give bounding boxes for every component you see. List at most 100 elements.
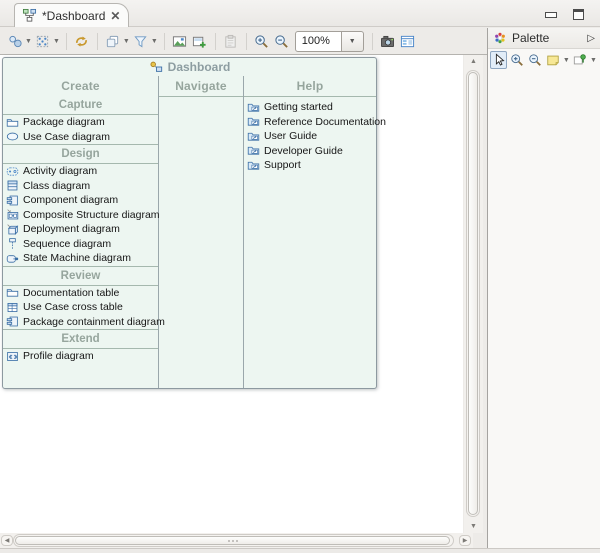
- item-label: Class diagram: [23, 180, 90, 192]
- arrange-dropdown-arrow-icon[interactable]: ▼: [53, 38, 60, 45]
- dashboard-item-profile-diagram[interactable]: Profile diagram: [3, 349, 158, 364]
- item-label: State Machine diagram: [23, 252, 131, 264]
- copy-dropdown-arrow-icon[interactable]: ▼: [123, 38, 130, 45]
- scroll-right-icon[interactable]: ▶: [459, 535, 471, 546]
- help-header: Help: [244, 76, 376, 96]
- dashboard-item-class-diagram[interactable]: Class diagram: [3, 179, 158, 194]
- help-folder-icon: [247, 159, 260, 172]
- vertical-scroll-thumb[interactable]: [468, 72, 478, 515]
- section-header-review: Review: [3, 267, 158, 285]
- sequence-diagram-icon: [6, 237, 19, 250]
- scroll-left-icon[interactable]: ◀: [1, 535, 13, 546]
- dashboard-item-sequence-diagram[interactable]: Sequence diagram: [3, 237, 158, 252]
- dashboard-item-activity-diagram[interactable]: Activity diagram: [3, 164, 158, 179]
- item-label: Use Case cross table: [23, 301, 123, 313]
- select-tool-button[interactable]: [490, 51, 507, 69]
- package-diagram-icon: [6, 116, 19, 129]
- diagram-window-button[interactable]: [398, 31, 418, 51]
- item-label: Support: [264, 159, 301, 171]
- note-tool-button[interactable]: [545, 51, 562, 69]
- pin-tool-button[interactable]: [572, 51, 589, 69]
- horizontal-scrollbar[interactable]: ◀ ▶: [0, 533, 473, 548]
- palette-zoom-in-button[interactable]: [508, 51, 525, 69]
- zoom-level-input[interactable]: 100%: [295, 31, 342, 52]
- arrange-icon: [35, 34, 50, 49]
- dashboard-item-deployment-diagram[interactable]: Deployment diagram: [3, 222, 158, 237]
- filter-funnel-icon: [133, 34, 148, 49]
- help-item-user-guide[interactable]: User Guide: [244, 129, 376, 144]
- help-item-support[interactable]: Support: [244, 158, 376, 173]
- screenshot-button[interactable]: [378, 31, 398, 51]
- vertical-scrollbar[interactable]: ▲ ▼: [464, 55, 483, 533]
- profile-diagram-icon: [6, 350, 19, 363]
- copy-appearance-button[interactable]: [103, 31, 123, 51]
- cursor-icon: [492, 53, 506, 67]
- maximize-icon[interactable]: [573, 9, 584, 20]
- diagram-canvas[interactable]: Dashboard Create Capture Package diagram…: [0, 55, 463, 533]
- documentation-table-icon: [6, 286, 19, 299]
- item-label: Deployment diagram: [23, 223, 120, 235]
- pin-dropdown-arrow-icon[interactable]: ▼: [590, 57, 597, 64]
- dashboard-item-state-machine-diagram[interactable]: State Machine diagram: [3, 251, 158, 266]
- palette-header[interactable]: Palette ▷: [488, 28, 600, 49]
- create-header: Create: [3, 76, 158, 96]
- column-navigate: Navigate: [159, 76, 244, 388]
- class-diagram-icon: [6, 179, 19, 192]
- dashboard-panel-title: Dashboard: [168, 60, 231, 74]
- toolbar-separator: [66, 33, 67, 50]
- dashboard-item-documentation-table[interactable]: Documentation table: [3, 286, 158, 301]
- dashboard-columns: Create Capture Package diagram Use Case …: [3, 76, 376, 388]
- composite-structure-diagram-icon: [6, 208, 19, 221]
- horizontal-scroll-track[interactable]: [13, 534, 454, 547]
- sync-button[interactable]: [72, 31, 92, 51]
- section-divider: [159, 96, 243, 97]
- help-folder-icon: [247, 115, 260, 128]
- note-dropdown-arrow-icon[interactable]: ▼: [563, 57, 570, 64]
- navigate-header: Navigate: [159, 76, 243, 96]
- zoom-out-icon: [274, 34, 289, 49]
- zoom-in-icon: [510, 53, 524, 67]
- tab-close-icon[interactable]: ✕: [110, 10, 120, 22]
- filter-dropdown-arrow-icon[interactable]: ▼: [151, 38, 158, 45]
- shapes-dropdown-arrow-icon[interactable]: ▼: [25, 38, 32, 45]
- palette-zoom-out-button[interactable]: [527, 51, 544, 69]
- item-label: Package diagram: [23, 116, 105, 128]
- tab-dashboard[interactable]: *Dashboard ✕: [14, 3, 129, 27]
- help-item-reference-documentation[interactable]: Reference Documentation: [244, 115, 376, 130]
- scroll-down-icon[interactable]: ▼: [464, 523, 483, 530]
- item-label: Developer Guide: [264, 145, 343, 157]
- scroll-up-icon[interactable]: ▲: [464, 58, 483, 65]
- palette-expand-icon[interactable]: ▷: [587, 33, 595, 44]
- toolbar-separator: [164, 33, 165, 50]
- help-item-developer-guide[interactable]: Developer Guide: [244, 144, 376, 159]
- vertical-scroll-track[interactable]: [466, 70, 480, 517]
- palette-panel: Palette ▷ ▼ ▼: [487, 28, 600, 548]
- dashboard-item-use-case-diagram[interactable]: Use Case diagram: [3, 130, 158, 145]
- dashboard-item-component-diagram[interactable]: Component diagram: [3, 193, 158, 208]
- view-image-button[interactable]: [170, 31, 190, 51]
- arrange-tool-button[interactable]: [33, 31, 53, 51]
- copy-squares-icon: [105, 34, 120, 49]
- dashboard-item-composite-structure-diagram[interactable]: Composite Structure diagram: [3, 208, 158, 223]
- paste-button-disabled: [221, 31, 241, 51]
- paste-icon: [223, 34, 238, 49]
- filter-button[interactable]: [131, 31, 151, 51]
- dashboard-item-use-case-cross-table[interactable]: Use Case cross table: [3, 300, 158, 315]
- note-icon: [546, 53, 560, 67]
- minimize-icon[interactable]: [545, 12, 557, 18]
- shapes-icon: [8, 34, 23, 49]
- toolbar-separator: [372, 33, 373, 50]
- item-label: Profile diagram: [23, 350, 94, 362]
- zoom-in-button[interactable]: [252, 31, 272, 51]
- palette-tools: ▼ ▼: [488, 49, 600, 71]
- shapes-tool-button[interactable]: [5, 31, 25, 51]
- dashboard-icon: [149, 60, 163, 74]
- horizontal-scroll-thumb[interactable]: [15, 536, 450, 545]
- add-view-button[interactable]: [190, 31, 210, 51]
- zoom-out-button[interactable]: [272, 31, 292, 51]
- dashboard-item-package-containment-diagram[interactable]: Package containment diagram: [3, 315, 158, 330]
- zoom-level-dropdown-button[interactable]: ▼: [342, 31, 364, 52]
- zoom-level-combo: 100% ▼: [295, 31, 364, 52]
- dashboard-item-package-diagram[interactable]: Package diagram: [3, 115, 158, 130]
- help-item-getting-started[interactable]: Getting started: [244, 100, 376, 115]
